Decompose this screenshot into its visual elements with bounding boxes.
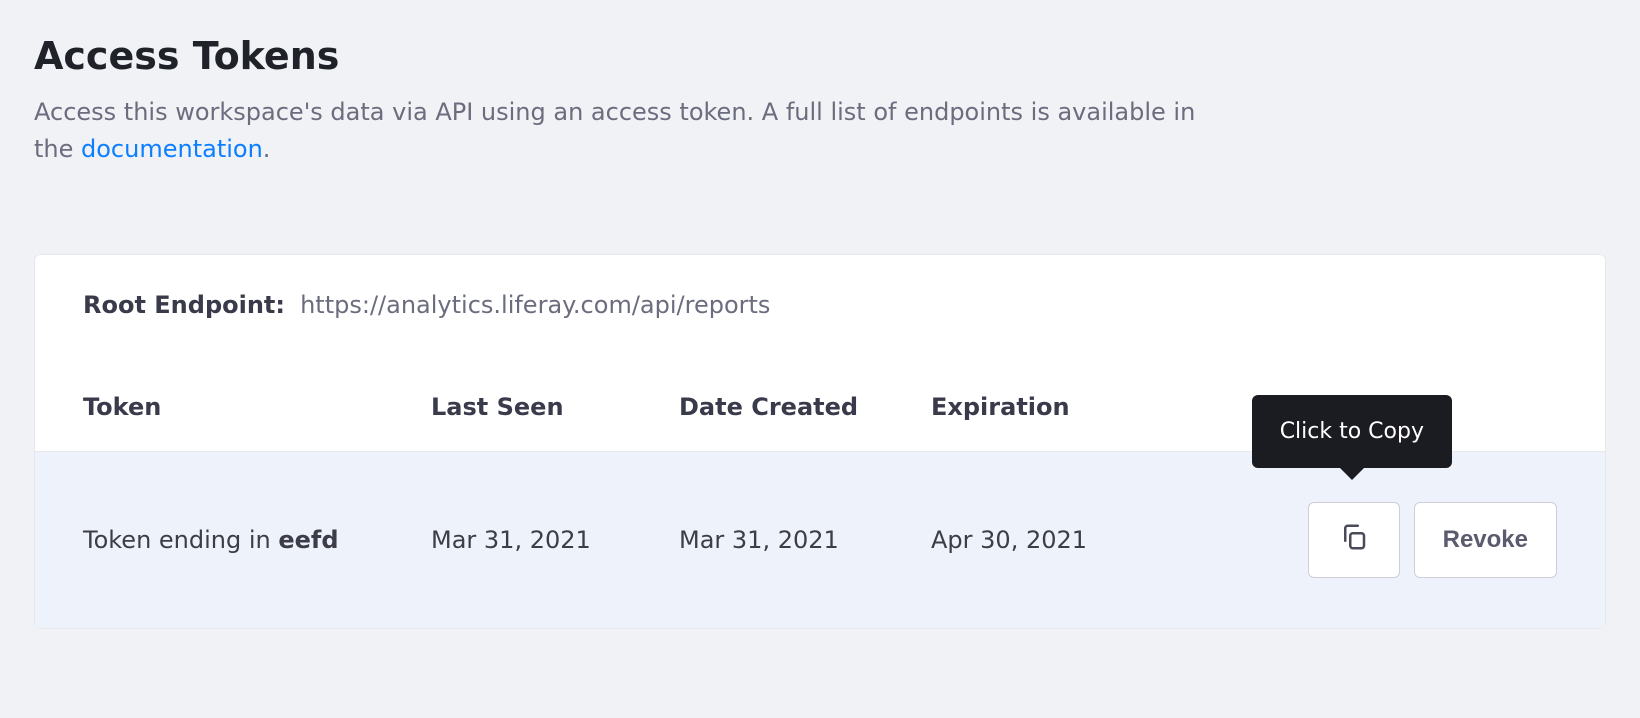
copy-button[interactable] [1308,502,1400,578]
root-endpoint-row: Root Endpoint: https://analytics.liferay… [35,255,1605,367]
revoke-button[interactable]: Revoke [1414,502,1557,578]
copy-tooltip: Click to Copy [1252,395,1452,468]
copy-icon [1339,522,1369,559]
row-actions: Click to Copy Revoke [1267,502,1557,578]
page-description: Access this workspace's data via API usi… [34,94,1234,168]
cell-date-created: Mar 31, 2021 [679,526,931,554]
root-endpoint-url: https://analytics.liferay.com/api/report… [300,291,770,319]
column-expiration: Expiration [931,393,1267,421]
column-last-seen: Last Seen [431,393,679,421]
page-title: Access Tokens [34,34,1606,78]
description-suffix: . [263,135,271,163]
tokens-card: Root Endpoint: https://analytics.liferay… [34,254,1606,629]
documentation-link[interactable]: documentation [81,135,263,163]
token-suffix: eefd [278,526,338,554]
cell-token: Token ending in eefd [83,526,431,554]
table-row: Token ending in eefd Mar 31, 2021 Mar 31… [35,452,1605,628]
token-prefix: Token ending in [83,526,278,554]
tokens-table: Token Last Seen Date Created Expiration … [35,367,1605,628]
root-endpoint-label: Root Endpoint: [83,291,285,319]
cell-last-seen: Mar 31, 2021 [431,526,679,554]
column-date-created: Date Created [679,393,931,421]
column-token: Token [83,393,431,421]
cell-expiration: Apr 30, 2021 [931,526,1267,554]
